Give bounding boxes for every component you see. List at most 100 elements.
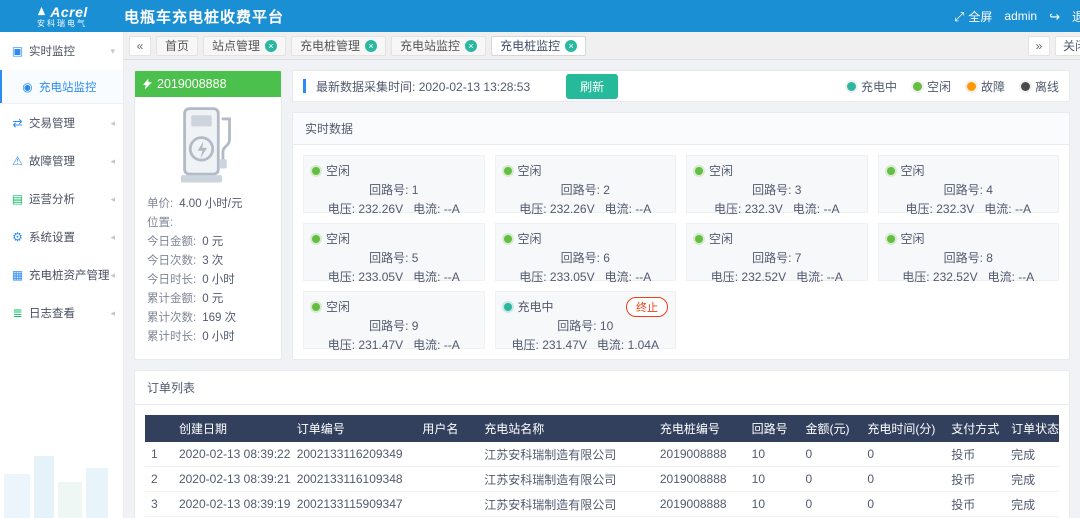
circuit-status: 空闲 [326, 164, 351, 178]
sidebar-item-icon: ▣ [11, 44, 24, 58]
table-row: 3 2020-02-13 08:39:19 2002133115909347 江苏安科… [145, 492, 1059, 517]
table-cell: 10 [751, 497, 765, 511]
tab-close-icon[interactable]: × [465, 39, 478, 52]
circuit-number-line: 回路号: 3 [752, 183, 802, 197]
circuit-card: 空闲 终止 回路号: 6 电压: 233.05V电流: --A [494, 223, 676, 284]
circuit-number-line: 回路号: 7 [752, 251, 802, 265]
circuit-card: 空闲 终止 回路号: 7 电压: 232.52V电流: --A [686, 223, 868, 284]
status-dot-icon [312, 302, 320, 311]
sidebar-item[interactable]: ◉ 充电站监控 [0, 70, 123, 104]
circuit-vi-line: 电压: 232.26V 电流: --A [327, 202, 460, 216]
table-cell: 0 [805, 447, 813, 461]
tabs-bar: « 首页 站点管理 × 充电桩管理 × 充电站监控 × 充电桩监控 × » 关闭 [124, 32, 1080, 60]
table-cell: 投币 [951, 447, 976, 462]
tab[interactable]: 首页 [156, 35, 199, 56]
sidebar: ▣ 实时监控 ▾ ◉ 充电站监控 ⇄ 交易管理 ◂ ⚠ 故障管理 ◂ ▤ 运营分… [0, 32, 124, 518]
legend-label: 充电中 [860, 79, 897, 94]
circuit-grid: 空闲 终止 回路号: 1 电压: 232.26V电流: --A 空闲 终止 回路… [293, 145, 1069, 359]
collect-info-bar: 最新数据采集时间: 2020-02-13 13:28:53 刷新 充电中 空闲 … [292, 70, 1070, 102]
stat-value: 169 次 [202, 312, 237, 324]
tab[interactable]: 充电桩管理 × [291, 35, 387, 56]
stat-label: 累计次数: [147, 312, 197, 324]
sidebar-item-label: 实时监控 [29, 46, 75, 58]
sidebar-item[interactable]: ⇄ 交易管理 ◂ [0, 104, 123, 142]
skyline-decoration [0, 448, 123, 518]
chevron-icon: ◂ [110, 307, 115, 318]
realtime-panel-title: 实时数据 [293, 113, 1069, 145]
sidebar-item-icon: ⚠ [12, 154, 23, 168]
sidebar-item[interactable]: ▤ 运营分析 ◂ [0, 180, 123, 218]
sidebar-item[interactable]: ⚠ 故障管理 ◂ [0, 142, 123, 180]
pile-stat-line: 今日时长: 0 小时 [135, 271, 281, 290]
circuit-card: 空闲 终止 回路号: 4 电压: 232.3V电流: --A [877, 155, 1059, 216]
legend-label: 故障 [980, 79, 1005, 94]
status-dot-icon [886, 166, 895, 175]
circuit-vi-line: 电压: 233.05V 电流: --A [519, 270, 652, 284]
stat-value: 0 小时 [202, 331, 235, 343]
table-cell: 2002133116209349 [296, 447, 403, 461]
table-cell: 2002133115909347 [296, 497, 403, 511]
circuit-card: 空闲 终止 回路号: 1 电压: 232.26V电流: --A [303, 155, 485, 216]
sidebar-item[interactable]: ≣ 日志查看 ◂ [0, 294, 123, 332]
status-dot-icon [312, 166, 320, 175]
status-dot-icon [966, 81, 976, 91]
tab[interactable]: 站点管理 × [203, 35, 287, 56]
close-tabs-menu[interactable]: 关闭 [1054, 35, 1080, 56]
main-content: 2019008888 单价: 4.00 小时/元 位置: 今日金额: 0 元 今… [124, 60, 1080, 518]
legend-item: 空闲 [912, 78, 951, 95]
logout-label[interactable]: 退出 [1072, 8, 1080, 25]
bolt-icon [143, 78, 152, 90]
sidebar-item-label: 充电桩资产管理 [29, 270, 110, 282]
username[interactable]: admin [1004, 9, 1037, 23]
circuit-card: 空闲 终止 回路号: 9 电压: 231.47V电流: --A [303, 291, 485, 352]
table-cell: 0 [867, 447, 875, 461]
table-cell: 3 [151, 497, 158, 511]
circuit-status: 空闲 [709, 232, 734, 246]
circuit-number-line: 回路号: 4 [943, 183, 993, 197]
logout-icon[interactable]: ↪ [1049, 10, 1060, 23]
table-cell: 0 [805, 472, 813, 486]
charging-pile-icon [180, 107, 231, 183]
tab[interactable]: 充电桩监控 × [491, 35, 587, 56]
tab-close-icon[interactable]: × [565, 39, 578, 52]
pile-stat-line: 位置: [135, 214, 281, 233]
realtime-data-panel: 实时数据 空闲 终止 回路号: 1 电压: 232.26V电流: --A 空闲 … [292, 112, 1070, 360]
table-cell: 2019008888 [659, 497, 727, 511]
fullscreen-button[interactable]: ⤢ 全屏 [954, 8, 992, 25]
circuit-status: 空闲 [709, 164, 734, 178]
status-dot-icon [886, 234, 895, 243]
sidebar-item[interactable]: ▣ 实时监控 ▾ [0, 32, 123, 70]
app: Acrel 安科瑞电气 电瓶车充电桩收费平台 ⤢ 全屏 admin ↪ 退出 ▣… [0, 0, 1080, 518]
collect-time-text: 最新数据采集时间: 2020-02-13 13:28:53 [316, 79, 531, 94]
table-cell: 完成 [1011, 447, 1036, 462]
table-cell: 2020-02-13 08:39:22 [178, 447, 291, 461]
legend-label: 离线 [1034, 79, 1059, 94]
tabs-scroll-right-icon[interactable]: » [1027, 35, 1050, 56]
tab-close-icon[interactable]: × [265, 39, 278, 52]
tab-label: 充电桩管理 [300, 39, 361, 53]
chevron-icon: ◂ [110, 231, 115, 242]
tab[interactable]: 充电站监控 × [391, 35, 487, 56]
pile-summary-card: 2019008888 单价: 4.00 小时/元 位置: 今日金额: 0 元 今… [134, 70, 282, 360]
stat-label: 位置: [147, 217, 174, 229]
circuit-status: 空闲 [326, 300, 351, 314]
refresh-button[interactable]: 刷新 [566, 73, 619, 99]
circuit-number-line: 回路号: 1 [369, 183, 419, 197]
status-dot-icon [695, 166, 703, 175]
terminate-button[interactable]: 终止 [626, 297, 668, 317]
table-cell: 2020-02-13 08:39:21 [178, 472, 291, 486]
status-dot-icon [1020, 81, 1030, 91]
sidebar-item[interactable]: ⚙ 系统设置 ◂ [0, 218, 123, 256]
table-cell: 江苏安科瑞制造有限公司 [484, 497, 617, 512]
table-cell: 2019008888 [659, 472, 727, 486]
circuit-card: 空闲 终止 回路号: 8 电压: 232.52V电流: --A [877, 223, 1059, 284]
circuit-status: 空闲 [900, 164, 925, 178]
table-cell: 0 [867, 497, 875, 511]
tab-close-icon[interactable]: × [365, 39, 378, 52]
sidebar-item-icon: ⇄ [12, 116, 23, 130]
status-dot-icon [503, 234, 512, 243]
fullscreen-label: 全屏 [968, 9, 993, 24]
tabs-scroll-left-icon[interactable]: « [129, 35, 151, 56]
sidebar-item[interactable]: ▦ 充电桩资产管理 ◂ [0, 256, 123, 294]
sidebar-item-label: 充电站监控 [39, 81, 97, 94]
